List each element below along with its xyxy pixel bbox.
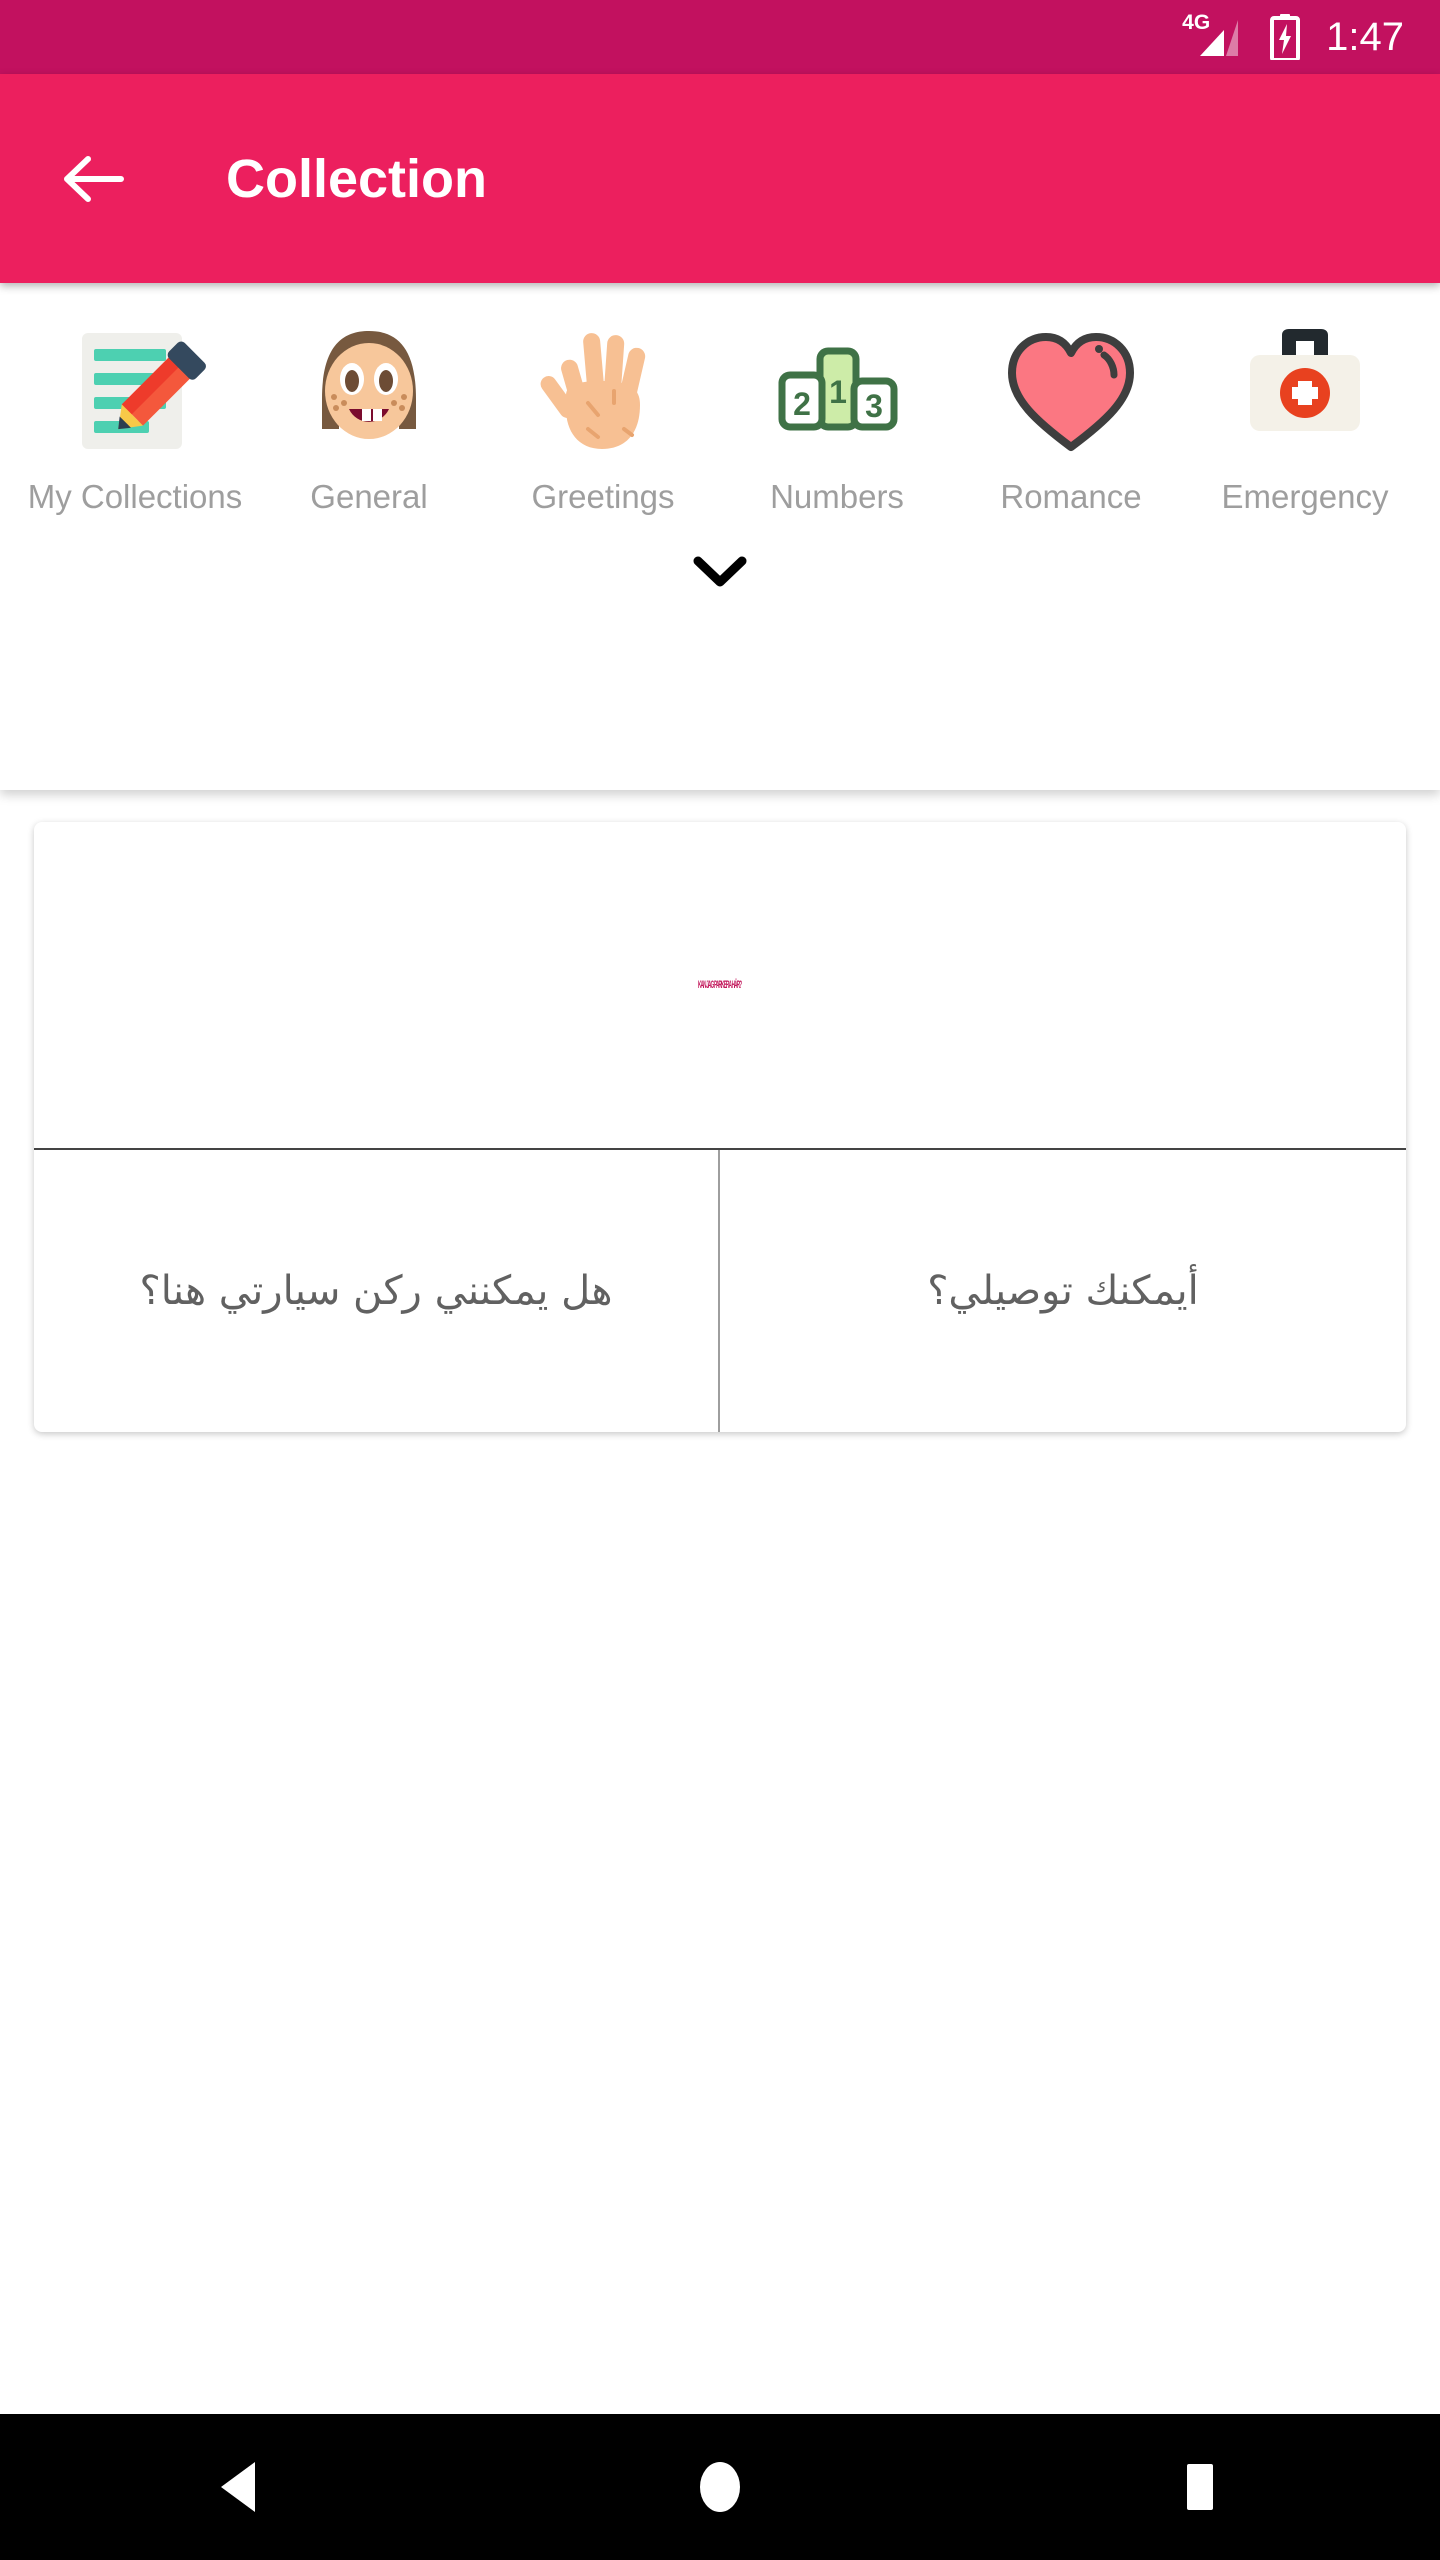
category-item-romance[interactable]: Romance (954, 311, 1188, 517)
category-label: Numbers (770, 478, 904, 515)
category-list: My Collections General Greetings 2 1 3 N… (0, 311, 1440, 517)
category-item-general[interactable]: General (252, 311, 486, 517)
back-triangle-icon (221, 2462, 255, 2512)
phrase-cell-left[interactable]: هل يمكنني ركن سيارتي هنا؟ (34, 1150, 720, 1432)
phrase-source-text: KAN JAG PARKERA HÄR? (698, 979, 742, 991)
status-bar: 4G 1:47 (0, 0, 1440, 74)
phrase-card[interactable]: KAN JAG PARKERA HÄR? هل يمكنني ركن سيارت… (34, 822, 1406, 1432)
signal-bars-icon (1200, 20, 1239, 56)
category-label: Romance (1000, 478, 1142, 515)
arrow-left-icon (64, 155, 124, 202)
recents-square-icon (1187, 2464, 1213, 2510)
podium-icon: 2 1 3 (762, 311, 912, 471)
phrase-card-body: هل يمكنني ركن سيارتي هنا؟ أيمكنك توصيلي؟ (34, 1150, 1406, 1432)
phrase-cell-text: أيمكنك توصيلي؟ (927, 1268, 1199, 1314)
home-circle-icon (700, 2462, 740, 2512)
content-area: KAN JAG PARKERA HÄR? هل يمكنني ركن سيارت… (0, 790, 1440, 2414)
first-aid-kit-icon (1230, 311, 1380, 471)
raised-hand-icon (528, 311, 678, 471)
battery-charging-icon (1270, 14, 1301, 62)
nav-recents-button[interactable] (1120, 2414, 1280, 2560)
memo-pencil-icon (60, 311, 210, 471)
nav-back-button[interactable] (160, 2414, 320, 2560)
chevron-down-icon (693, 556, 747, 587)
category-label: My Collections (27, 478, 243, 515)
android-navigation-bar (0, 2414, 1440, 2560)
heart-icon (996, 311, 1146, 471)
app-bar: Collection (0, 74, 1440, 283)
back-button[interactable] (58, 143, 130, 215)
signal-strength-icon: 4G (1182, 12, 1244, 60)
page-title: Collection (226, 148, 488, 209)
status-bar-right-cluster: 4G 1:47 (1182, 12, 1404, 62)
svg-text:3: 3 (865, 388, 883, 424)
phrase-cell-right[interactable]: أيمكنك توصيلي؟ (720, 1150, 1406, 1432)
category-item-emergency[interactable]: Emergency (1188, 311, 1422, 517)
nav-home-button[interactable] (640, 2414, 800, 2560)
phrase-card-header: KAN JAG PARKERA HÄR? (34, 822, 1406, 1150)
phone-screen: 4G 1:47 Collection My Collections Genera… (0, 0, 1440, 2560)
svg-text:2: 2 (793, 386, 811, 422)
category-label: Emergency (1221, 478, 1389, 515)
phrase-cell-text: هل يمكنني ركن سيارتي هنا؟ (139, 1268, 613, 1314)
category-panel: My Collections General Greetings 2 1 3 N… (0, 283, 1440, 790)
expand-row (0, 517, 1440, 627)
girl-face-icon (294, 311, 444, 471)
category-item-my-collections[interactable]: My Collections (18, 311, 252, 517)
svg-text:1: 1 (829, 374, 847, 410)
category-label: Greetings (531, 478, 675, 515)
category-item-numbers[interactable]: 2 1 3 Numbers (720, 311, 954, 517)
category-item-greetings[interactable]: Greetings (486, 311, 720, 517)
expand-categories-button[interactable] (675, 537, 765, 607)
clock-time: 1:47 (1326, 15, 1404, 59)
category-label: General (310, 478, 428, 515)
